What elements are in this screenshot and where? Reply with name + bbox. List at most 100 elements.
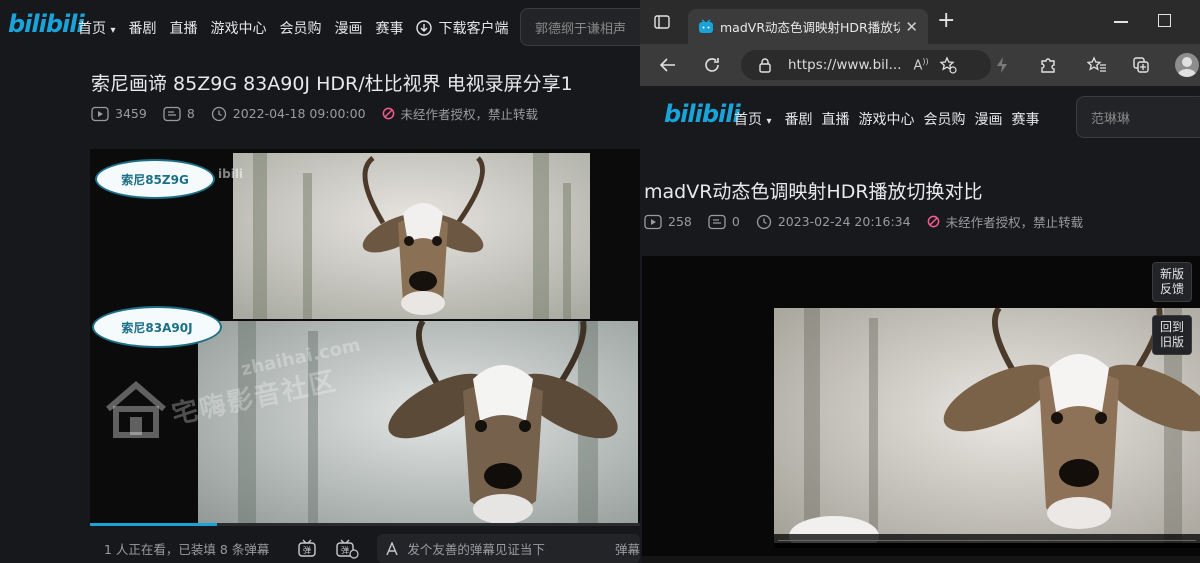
- chevron-down-icon: ▾: [110, 25, 116, 36]
- copyright-notice: 未经作者授权，禁止转载: [382, 104, 538, 123]
- nav-item-game-center-right[interactable]: 游戏中心: [858, 109, 914, 129]
- close-tab-icon[interactable]: ✕: [905, 18, 918, 36]
- danmaku-bar: 1 人正在看，已装填 8 条弹幕 弹 弹 发个友善的弹幕见证当下 弹幕: [90, 534, 640, 563]
- view-count-right: 258: [644, 214, 692, 230]
- deer-image-bottom: [198, 321, 638, 526]
- bilibili-logo[interactable]: bilibili: [8, 10, 85, 38]
- tab-actions-icon[interactable]: [654, 14, 670, 30]
- tv-stand-strip: [642, 556, 1200, 563]
- danmaku-count-right-value: 0: [731, 214, 740, 229]
- nav-item-live-right[interactable]: 直播: [821, 109, 849, 129]
- back-to-old-version-button[interactable]: 回到 旧版: [1152, 315, 1192, 355]
- nav-item-esports-right[interactable]: 赛事: [1011, 109, 1039, 129]
- copyright-notice-right: 未经作者授权，禁止转载: [927, 212, 1084, 231]
- view-count-right-value: 258: [668, 214, 692, 229]
- no-repost-icon: [927, 215, 940, 228]
- nav-item-mall[interactable]: 会员购: [279, 18, 321, 38]
- danmaku-input[interactable]: 发个友善的弹幕见证当下 弹幕: [377, 534, 640, 563]
- read-aloud-icon[interactable]: A)): [914, 57, 929, 73]
- deer-image-top: [233, 153, 590, 319]
- label-83a90j: 索尼83A90J: [92, 306, 222, 348]
- publish-date: 2022-04-18 09:00:00: [211, 106, 366, 122]
- favorites-icon[interactable]: [1087, 55, 1107, 75]
- maximize-icon[interactable]: [1158, 14, 1171, 27]
- nav-home-right[interactable]: 首页 ▾: [734, 109, 771, 129]
- download-label: 下载客户端: [438, 21, 509, 37]
- no-repost-icon: [382, 107, 395, 120]
- progress-fill: [90, 523, 217, 526]
- bilibili-page-right: bilibili 首页 ▾ 番剧 直播 游戏中心 会员购 漫画 赛事 范琳琳 m…: [640, 86, 1200, 563]
- video-title: 索尼画谛 85Z9G 83A90J HDR/杜比视界 电视录屏分享1: [91, 73, 573, 95]
- nav-item-manga[interactable]: 漫画: [334, 18, 362, 38]
- minimize-icon[interactable]: [1114, 21, 1128, 23]
- publish-date-value: 2022-04-18 09:00:00: [232, 106, 366, 121]
- old-version-label: 回到 旧版: [1159, 320, 1184, 349]
- font-style-icon[interactable]: [385, 541, 401, 556]
- video-player[interactable]: ibili 索尼85Z9G 索尼83A90J zhaihai.com 宅嗨影音社…: [90, 149, 640, 526]
- video-frame-right: [774, 308, 1200, 543]
- new-tab-icon[interactable]: +: [937, 10, 955, 32]
- top-nav-right: 首页 ▾ 番剧 直播 游戏中心 会员购 漫画 赛事: [734, 109, 1052, 129]
- profile-avatar[interactable]: [1175, 53, 1199, 77]
- search-input-right[interactable]: 范琳琳: [1076, 96, 1200, 138]
- video-player-right[interactable]: [642, 256, 1200, 563]
- refresh-icon[interactable]: [702, 55, 722, 75]
- back-icon[interactable]: [658, 55, 678, 75]
- danmaku-count-value: 8: [186, 106, 195, 121]
- top-nav: 首页 ▾ 番剧 直播 游戏中心 会员购 漫画 赛事 下载客户端: [78, 18, 521, 38]
- view-count-value: 3459: [115, 106, 147, 121]
- inner-player-seekbar: [778, 540, 1196, 541]
- video-meta-right: 258 0 2023-02-24 20:16:34 未经作者授权，禁止转载: [644, 212, 1099, 231]
- collections-icon[interactable]: [1131, 55, 1151, 75]
- view-count: 3459: [91, 106, 147, 122]
- inner-player-controls: [774, 534, 1200, 548]
- browser-toolbar: https://www.bil... A)): [640, 44, 1200, 86]
- danmaku-icon: [163, 106, 181, 122]
- viewer-status: 1 人正在看，已装填 8 条弹幕: [104, 542, 270, 557]
- download-icon: [416, 20, 433, 36]
- nav-item-mall-right[interactable]: 会员购: [923, 109, 965, 129]
- video-frame-top: [233, 153, 590, 319]
- feedback-label: 新版 反馈: [1159, 267, 1184, 296]
- progress-track[interactable]: [90, 523, 640, 526]
- video-title-right: madVR动态色调映射HDR播放切换对比: [644, 181, 983, 203]
- new-version-feedback-button[interactable]: 新版 反馈: [1152, 262, 1192, 302]
- danmaku-send-partial[interactable]: 弹幕: [615, 539, 640, 558]
- publish-date-right: 2023-02-24 20:16:34: [756, 214, 911, 230]
- nav-home[interactable]: 首页 ▾: [78, 18, 115, 38]
- clock-icon: [211, 106, 227, 122]
- performance-icon[interactable]: [992, 55, 1012, 75]
- bilibili-logo-right[interactable]: bilibili: [664, 100, 741, 128]
- danmaku-toggle-icon[interactable]: 弹: [297, 539, 319, 559]
- svg-text:弹: 弹: [303, 545, 311, 555]
- tab-bar: madVR动态色调映射HDR播放切 ✕ +: [640, 0, 1200, 44]
- active-tab[interactable]: madVR动态色调映射HDR播放切 ✕: [688, 9, 928, 44]
- chevron-down-icon: ▾: [766, 116, 772, 127]
- extensions-icon[interactable]: [1038, 55, 1058, 75]
- nav-item-bangumi-right[interactable]: 番剧: [784, 109, 812, 129]
- right-browser-window: madVR动态色调映射HDR播放切 ✕ + https://www.bil...…: [640, 0, 1200, 563]
- copyright-text-right: 未经作者授权，禁止转载: [945, 215, 1084, 230]
- address-url: https://www.bil...: [788, 57, 902, 73]
- danmaku-input-placeholder: 发个友善的弹幕见证当下: [407, 542, 545, 557]
- nav-item-game-center[interactable]: 游戏中心: [210, 18, 266, 38]
- nav-download-client[interactable]: 下载客户端: [416, 18, 508, 38]
- svg-text:弹: 弹: [341, 545, 349, 555]
- nav-home-label: 首页: [78, 21, 106, 37]
- lock-icon[interactable]: [758, 57, 772, 73]
- nav-item-live[interactable]: 直播: [169, 18, 197, 38]
- danmaku-count-right: 0: [708, 214, 740, 230]
- add-favorite-icon[interactable]: [939, 56, 957, 74]
- video-frame-bottom: [198, 321, 638, 526]
- danmaku-count: 8: [163, 106, 195, 122]
- search-input[interactable]: 郭德纲于谦相声: [520, 8, 640, 46]
- nav-item-manga-right[interactable]: 漫画: [974, 109, 1002, 129]
- bilibili-favicon-icon: [698, 18, 714, 35]
- danmaku-settings-icon[interactable]: 弹: [335, 539, 360, 559]
- play-count-icon: [644, 214, 662, 230]
- nav-home-right-label: 首页: [734, 112, 762, 128]
- nav-item-bangumi[interactable]: 番剧: [128, 18, 156, 38]
- nav-item-esports[interactable]: 赛事: [375, 18, 403, 38]
- address-bar[interactable]: https://www.bil... A)): [741, 50, 991, 80]
- label-85z9g: 索尼85Z9G: [95, 159, 215, 199]
